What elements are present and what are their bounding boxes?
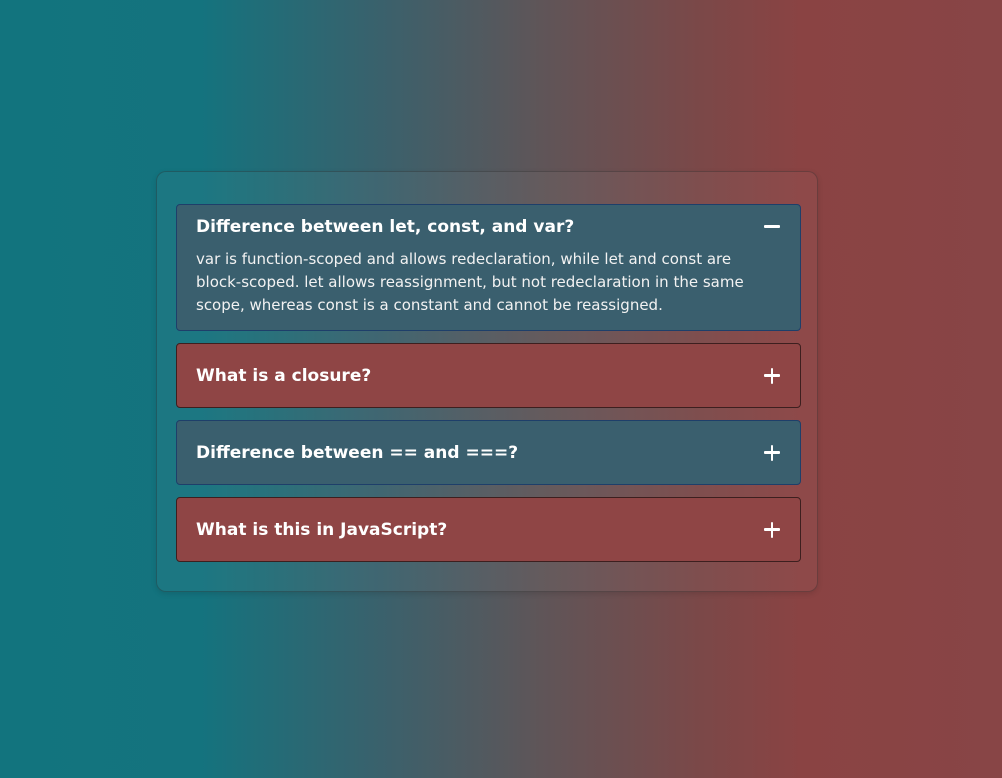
faq-question[interactable]: Difference between let, const, and var? (196, 205, 574, 249)
faq-question[interactable]: What is this in JavaScript? (196, 498, 447, 562)
plus-icon[interactable] (762, 443, 782, 463)
faq-item-this[interactable]: What is this in JavaScript? (176, 497, 801, 562)
faq-item-equality[interactable]: Difference between == and ===? (176, 420, 801, 485)
faq-question[interactable]: What is a closure? (196, 344, 371, 408)
minus-icon[interactable] (762, 217, 782, 237)
faq-answer: var is function-scoped and allows redecl… (196, 250, 744, 314)
plus-icon[interactable] (762, 520, 782, 540)
plus-icon[interactable] (762, 366, 782, 386)
faq-item-closure[interactable]: What is a closure? (176, 343, 801, 408)
faq-item-let-const-var[interactable]: Difference between let, const, and var? … (176, 204, 801, 331)
faq-question[interactable]: Difference between == and ===? (196, 421, 518, 485)
